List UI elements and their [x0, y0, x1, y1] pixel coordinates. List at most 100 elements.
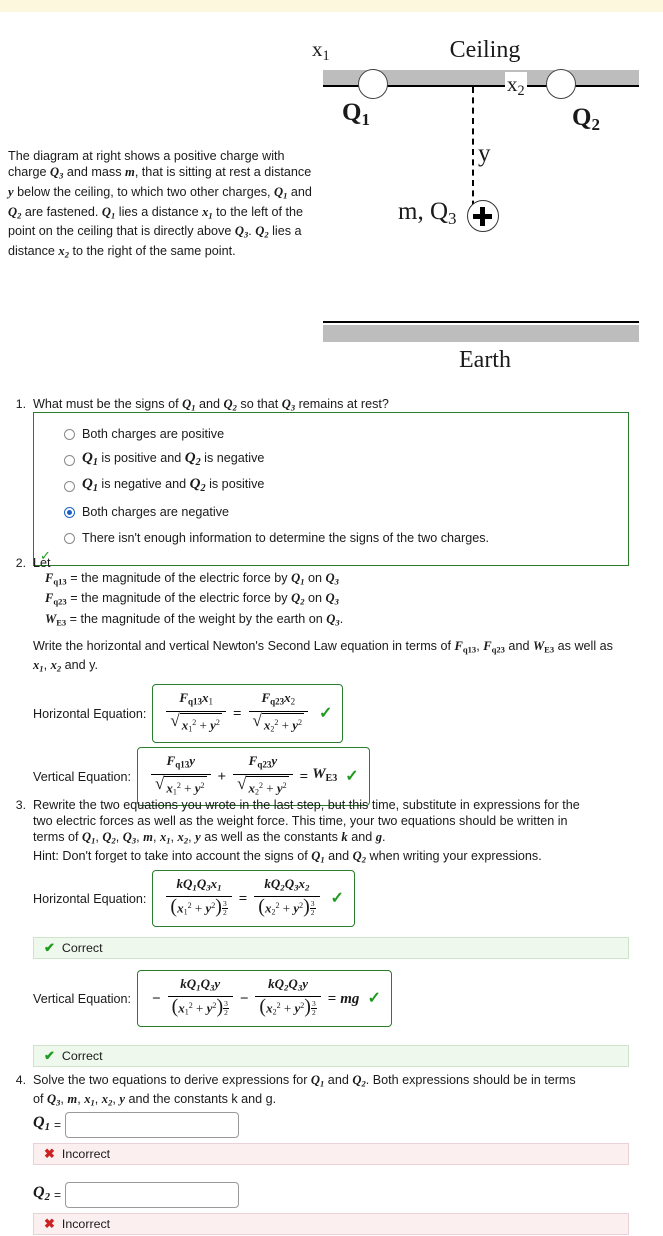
problem-intro-text: The diagram at right shows a positive ch…: [8, 148, 318, 263]
q3-v-mg: mg: [340, 990, 360, 1007]
option-label-q1-neg-q2-pos: Q1 is negative and Q2 is positive: [82, 475, 265, 494]
q3-horizontal-correct-banner: ✔ Correct: [33, 937, 629, 959]
q1-prompt-q3: Q3: [281, 397, 296, 413]
question-1-check-icon: ✓: [40, 548, 51, 563]
charge-q2-circle: [546, 69, 576, 99]
q3-hint-line: Hint: Don't forget to take into account …: [33, 849, 542, 865]
q2-horizontal-correct-icon: ✓: [319, 704, 333, 722]
definition-we3: WE3 = the magnitude of the weight by the…: [45, 611, 344, 628]
intro-m: m: [125, 165, 135, 180]
q1-prompt-q2: Q2: [223, 397, 237, 413]
q2-horizontal-equation-row: Horizontal Equation: Fq13x1 √ x12 + y2 = …: [33, 684, 344, 744]
q3-horizontal-equation-row: Horizontal Equation: kQ1Q3x1 (x12 + y2) 3…: [33, 870, 355, 928]
question-2-number: 2.: [15, 556, 26, 570]
intro-text-6: are fastened.: [21, 204, 102, 219]
question-4-number: 4.: [15, 1073, 26, 1087]
intro-x2: x2: [58, 244, 69, 260]
q2-vertical-correct-icon: ✓: [345, 767, 359, 785]
intro-text-7: lies a distance: [115, 204, 203, 219]
q1-prompt-c: so that: [236, 397, 282, 411]
q3-vertical-equation-row: Vertical Equation: − kQ1Q3y (x12 + y2) 3 2…: [33, 970, 392, 1028]
question-3-prompt: Rewrite the two equations you wrote in t…: [33, 797, 643, 868]
incorrect-icon-2: ✖: [44, 1216, 55, 1231]
intro-text-2: and mass: [63, 165, 126, 180]
q2-horizontal-answer-box[interactable]: Fq13x1 √ x12 + y2 = Fq23x2 √ x22 + y2 ✓: [152, 684, 344, 744]
q4-answer1-incorrect-banner: ✖ Incorrect: [33, 1143, 629, 1165]
correct-icon-2: ✔: [44, 1048, 55, 1063]
option-q1-pos-q2-neg[interactable]: Q1 is positive and Q2 is negative: [34, 447, 628, 473]
intro-q2-b: Q2: [255, 224, 269, 240]
option-both-positive[interactable]: Both charges are positive: [34, 421, 628, 447]
q4-answer1-row: Q1 =: [33, 1112, 240, 1138]
charge-q1-circle: [358, 69, 388, 99]
q2-h-equals: =: [232, 705, 242, 722]
q2-answer-input[interactable]: [65, 1182, 240, 1208]
intro-x1: x1: [202, 204, 213, 221]
distance-y-label: y: [478, 140, 491, 167]
q3-prompt-line3: terms of Q1, Q2, Q3, m, x1, x2, y as wel…: [33, 830, 386, 846]
correct-icon: ✔: [44, 940, 55, 955]
radio-icon-q1-neg-q2-pos[interactable]: [64, 480, 75, 492]
q3-horizontal-label: Horizontal Equation:: [33, 891, 147, 906]
q3-horizontal-banner-text: Correct: [61, 941, 103, 955]
radio-icon-q1-pos-q2-neg[interactable]: [64, 454, 75, 466]
intro-q1-b: Q1: [101, 204, 116, 221]
question-3-number: 3.: [15, 798, 26, 812]
q2-v-we3: WE3: [312, 766, 338, 785]
question-2-instruction: Write the horizontal and vertical Newton…: [33, 639, 613, 674]
question-1-number: 1.: [15, 397, 26, 411]
distance-x2-label: x2: [505, 72, 527, 100]
option-label-both-negative: Both charges are negative: [82, 505, 230, 519]
q3-vertical-banner-text: Correct: [61, 1049, 103, 1063]
option-label-not-enough-info: There isn't enough information to determ…: [82, 531, 490, 545]
top-accent-band: [0, 0, 663, 12]
q1-prompt-d: remains at rest?: [295, 397, 389, 411]
q2-horizontal-label: Horizontal Equation:: [33, 706, 147, 721]
charge-q1-label: Q1: [342, 99, 370, 129]
q4-answer1-banner-text: Incorrect: [61, 1147, 111, 1161]
q4-answer2-row: Q2 =: [33, 1182, 240, 1208]
earth-bar: [323, 325, 639, 342]
option-not-enough-info[interactable]: There isn't enough information to determ…: [34, 525, 628, 551]
earth-label: Earth: [459, 347, 511, 373]
intro-q2: Q2: [8, 204, 22, 221]
q3-horizontal-correct-icon: ✓: [330, 889, 344, 907]
intro-text-5: and: [287, 184, 312, 199]
q4-answer1-label: Q1: [33, 1113, 50, 1134]
charge-q2-label: Q2: [572, 104, 600, 134]
q4-answer1-equals: =: [54, 1118, 62, 1132]
earth-line: [323, 321, 639, 323]
radio-icon-not-enough-info[interactable]: [64, 532, 75, 544]
option-both-negative[interactable]: Both charges are negative: [34, 499, 628, 525]
q3-prompt-line2: two electric forces as well as the weigh…: [33, 814, 568, 828]
incorrect-icon: ✖: [44, 1146, 55, 1161]
q2-vertical-label: Vertical Equation:: [33, 769, 132, 784]
intro-q3: Q3: [50, 165, 64, 181]
physics-diagram: Ceiling Q1 Q2 x1 x2 y m, Q3 Earth: [310, 37, 660, 377]
question-4-prompt: Solve the two equations to derive expres…: [33, 1072, 648, 1111]
q3-vertical-answer-box[interactable]: − kQ1Q3y (x12 + y2) 3 2 − kQ2Q3y (x22 + y2…: [137, 970, 392, 1028]
q1-prompt-q1: Q1: [182, 397, 196, 413]
radio-icon-both-positive[interactable]: [64, 428, 75, 440]
q1-prompt-b: and: [195, 397, 224, 411]
intro-q3-b: Q3: [234, 224, 249, 240]
option-label-both-positive: Both charges are positive: [82, 427, 225, 441]
radio-icon-both-negative[interactable]: [64, 506, 75, 518]
q3-vertical-correct-icon: ✓: [367, 989, 381, 1007]
q3-prompt-line1: Rewrite the two equations you wrote in t…: [33, 798, 580, 812]
definition-fq13: Fq13 = the magnitude of the electric for…: [45, 571, 339, 587]
q4-prompt-line1: Solve the two equations to derive expres…: [33, 1073, 576, 1089]
q3-horizontal-answer-box[interactable]: kQ1Q3x1 (x12 + y2) 3 2 = kQ2Q3x2 (x22 + y2…: [152, 870, 355, 928]
q4-answer2-incorrect-banner: ✖ Incorrect: [33, 1213, 629, 1235]
question-2-lead: Let: [33, 556, 51, 570]
distance-x1-label: x1: [310, 37, 332, 65]
q4-answer2-equals: =: [54, 1188, 62, 1202]
question-2-definitions: Fq13 = the magnitude of the electric for…: [33, 570, 645, 631]
q2-h-lhs: Fq13x1 √ x12 + y2: [166, 690, 226, 737]
q3-vertical-label: Vertical Equation:: [33, 991, 132, 1006]
q3-vertical-correct-banner: ✔ Correct: [33, 1045, 629, 1067]
option-q1-neg-q2-pos[interactable]: Q1 is negative and Q2 is positive: [34, 473, 628, 499]
intro-q1: Q1: [274, 184, 288, 201]
q1-prompt-a: What must be the signs of: [33, 397, 183, 411]
q1-answer-input[interactable]: [65, 1112, 240, 1138]
